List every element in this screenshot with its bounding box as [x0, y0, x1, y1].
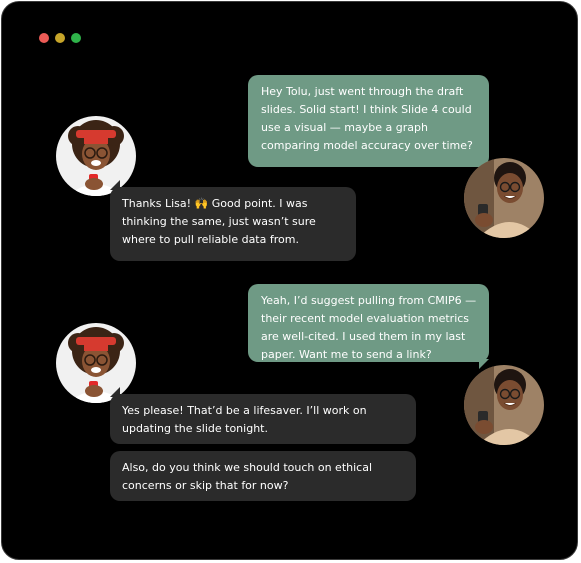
avatar-tolu [56, 323, 136, 403]
window-controls [39, 33, 81, 43]
chat-window: Hey Tolu, just went through the draft sl… [1, 1, 578, 560]
message-text: Yeah, I’d suggest pulling from CMIP6 — t… [261, 294, 477, 361]
woman-avatar-icon [56, 323, 136, 403]
man-avatar-icon [464, 158, 544, 238]
message-text: Also, do you think we should touch on et… [122, 461, 373, 492]
close-window-button[interactable] [39, 33, 49, 43]
message-bubble-incoming: Also, do you think we should touch on et… [110, 451, 416, 501]
message-bubble-incoming: Yes please! That’d be a lifesaver. I’ll … [110, 394, 416, 444]
man-avatar-icon [464, 365, 544, 445]
minimize-window-button[interactable] [55, 33, 65, 43]
message-bubble-outgoing: Hey Tolu, just went through the draft sl… [248, 75, 489, 167]
maximize-window-button[interactable] [71, 33, 81, 43]
avatar-lisa [464, 158, 544, 238]
message-text: Hey Tolu, just went through the draft sl… [261, 85, 473, 152]
message-bubble-incoming: Thanks Lisa! 🙌 Good point. I was thinkin… [110, 187, 356, 261]
message-text: Thanks Lisa! 🙌 Good point. I was thinkin… [122, 197, 316, 246]
message-text: Yes please! That’d be a lifesaver. I’ll … [122, 404, 367, 435]
avatar-tolu [56, 116, 136, 196]
woman-avatar-icon [56, 116, 136, 196]
avatar-lisa [464, 365, 544, 445]
message-bubble-outgoing: Yeah, I’d suggest pulling from CMIP6 — t… [248, 284, 489, 362]
